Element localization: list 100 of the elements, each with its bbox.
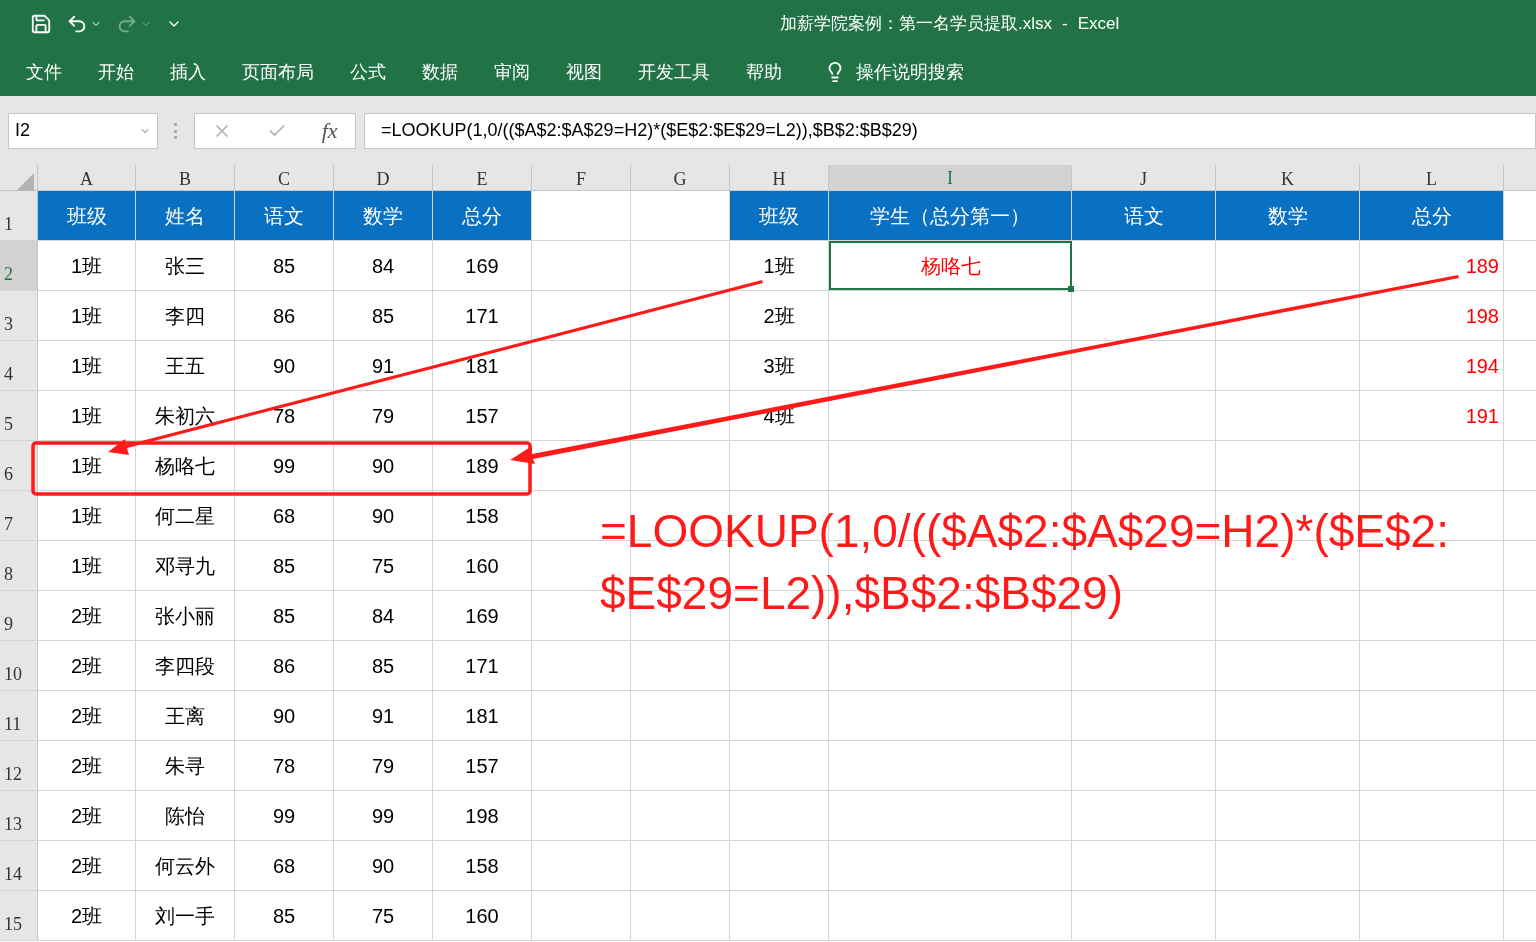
table-cell: 85: [235, 241, 334, 290]
row-header[interactable]: 7: [0, 491, 38, 540]
ribbon-tab[interactable]: 页面布局: [242, 58, 314, 86]
ribbon-tab[interactable]: 帮助: [746, 58, 782, 86]
table-cell: 总分: [433, 191, 532, 240]
table-cell: 2班: [38, 691, 136, 740]
table-cell: 169: [433, 591, 532, 640]
drag-handle-icon[interactable]: [174, 122, 178, 139]
table-cell: 158: [433, 841, 532, 890]
tell-me-search[interactable]: 操作说明搜索: [856, 58, 964, 86]
table-cell: 158: [433, 491, 532, 540]
row-header[interactable]: 4: [0, 341, 38, 390]
table-cell: 2班: [38, 591, 136, 640]
ribbon-tab[interactable]: 审阅: [494, 58, 530, 86]
ribbon-tab[interactable]: 视图: [566, 58, 602, 86]
table-cell: 1班: [38, 341, 136, 390]
table-cell: 何二星: [136, 491, 235, 540]
row-header[interactable]: 1: [0, 191, 38, 240]
app-name: Excel: [1077, 13, 1120, 36]
undo-icon[interactable]: [66, 13, 88, 35]
row-header[interactable]: 9: [0, 591, 38, 640]
table-cell: 2班: [38, 841, 136, 890]
formula-annotation: =LOOKUP(1,0/(($A$2:$A$29=H2)*($E$2: $E$29=L2)),$B$2:$B$29): [600, 504, 1449, 621]
table-cell: 90: [334, 491, 433, 540]
table-cell: 李四: [136, 291, 235, 340]
table-cell: 90: [334, 841, 433, 890]
row-header[interactable]: 10: [0, 641, 38, 690]
ribbon-tab[interactable]: 开始: [98, 58, 134, 86]
table-cell: 160: [433, 891, 532, 940]
table-cell: 78: [235, 741, 334, 790]
ribbon-tab[interactable]: 文件: [26, 58, 62, 86]
table-cell: 班级: [38, 191, 136, 240]
table-cell: 160: [433, 541, 532, 590]
table-cell: 85: [235, 541, 334, 590]
table-cell: 198: [433, 791, 532, 840]
table-cell: 85: [334, 641, 433, 690]
table-cell: 1班: [38, 391, 136, 440]
table-cell: 86: [235, 291, 334, 340]
table-cell: 数学: [1216, 191, 1360, 240]
row-header[interactable]: 2: [0, 241, 38, 290]
table-cell: 班级: [730, 191, 829, 240]
table-cell: 84: [334, 241, 433, 290]
insert-function-button[interactable]: fx: [321, 114, 338, 147]
name-box-value: I2: [15, 119, 30, 142]
table-cell: 李四段: [136, 641, 235, 690]
table-cell: 2班: [38, 741, 136, 790]
row-header[interactable]: 5: [0, 391, 38, 440]
table-cell: 157: [433, 391, 532, 440]
table-cell: 陈怡: [136, 791, 235, 840]
table-cell: 1班: [38, 491, 136, 540]
table-cell: 171: [433, 291, 532, 340]
row-header[interactable]: 15: [0, 891, 38, 940]
table-cell: 何云外: [136, 841, 235, 890]
table-cell: 2班: [38, 641, 136, 690]
table-cell: 姓名: [136, 191, 235, 240]
table-cell: 68: [235, 841, 334, 890]
ribbon-tab[interactable]: 插入: [170, 58, 206, 86]
row-header[interactable]: 12: [0, 741, 38, 790]
table-cell: 邓寻九: [136, 541, 235, 590]
table-cell: 王五: [136, 341, 235, 390]
table-cell: 68: [235, 491, 334, 540]
ribbon-tab[interactable]: 开发工具: [638, 58, 710, 86]
table-cell: 75: [334, 891, 433, 940]
table-cell: 2班: [38, 891, 136, 940]
table-cell: 157: [433, 741, 532, 790]
ribbon-tab[interactable]: 公式: [350, 58, 386, 86]
table-cell: 194: [1360, 341, 1504, 390]
table-cell: 语文: [235, 191, 334, 240]
row-header[interactable]: 13: [0, 791, 38, 840]
table-cell: 1班: [38, 541, 136, 590]
table-cell: 79: [334, 741, 433, 790]
table-cell: 2班: [38, 791, 136, 840]
window-title: 加薪学院案例：第一名学员提取.xlsx: [780, 13, 1052, 36]
table-cell: 张小丽: [136, 591, 235, 640]
table-cell: 75: [334, 541, 433, 590]
table-cell: 王离: [136, 691, 235, 740]
table-cell: 总分: [1360, 191, 1504, 240]
save-icon[interactable]: [30, 13, 52, 35]
table-cell: 171: [433, 641, 532, 690]
row-header[interactable]: 14: [0, 841, 38, 890]
ribbon-tab[interactable]: 数据: [422, 58, 458, 86]
table-cell: 学生（总分第一）: [829, 191, 1072, 240]
table-cell: 刘一手: [136, 891, 235, 940]
row-header[interactable]: 3: [0, 291, 38, 340]
table-cell: 90: [334, 441, 433, 490]
table-cell: 85: [235, 591, 334, 640]
table-cell: 99: [334, 791, 433, 840]
table-cell: 朱寻: [136, 741, 235, 790]
table-cell: 84: [334, 591, 433, 640]
table-cell: 90: [235, 341, 334, 390]
formula-field[interactable]: =LOOKUP(1,0/(($A$2:$A$29=H2)*($E$2:$E$29=L2)),$B$2:$B$29): [364, 112, 1536, 149]
table-cell: 169: [433, 241, 532, 290]
table-cell: 90: [235, 691, 334, 740]
table-cell: 191: [1360, 391, 1504, 440]
row-header[interactable]: 8: [0, 541, 38, 590]
row-header[interactable]: 11: [0, 691, 38, 740]
table-cell: 杨咯七: [829, 241, 1072, 290]
name-box[interactable]: I2: [8, 112, 158, 149]
table-cell: 数学: [334, 191, 433, 240]
table-cell: 99: [235, 791, 334, 840]
